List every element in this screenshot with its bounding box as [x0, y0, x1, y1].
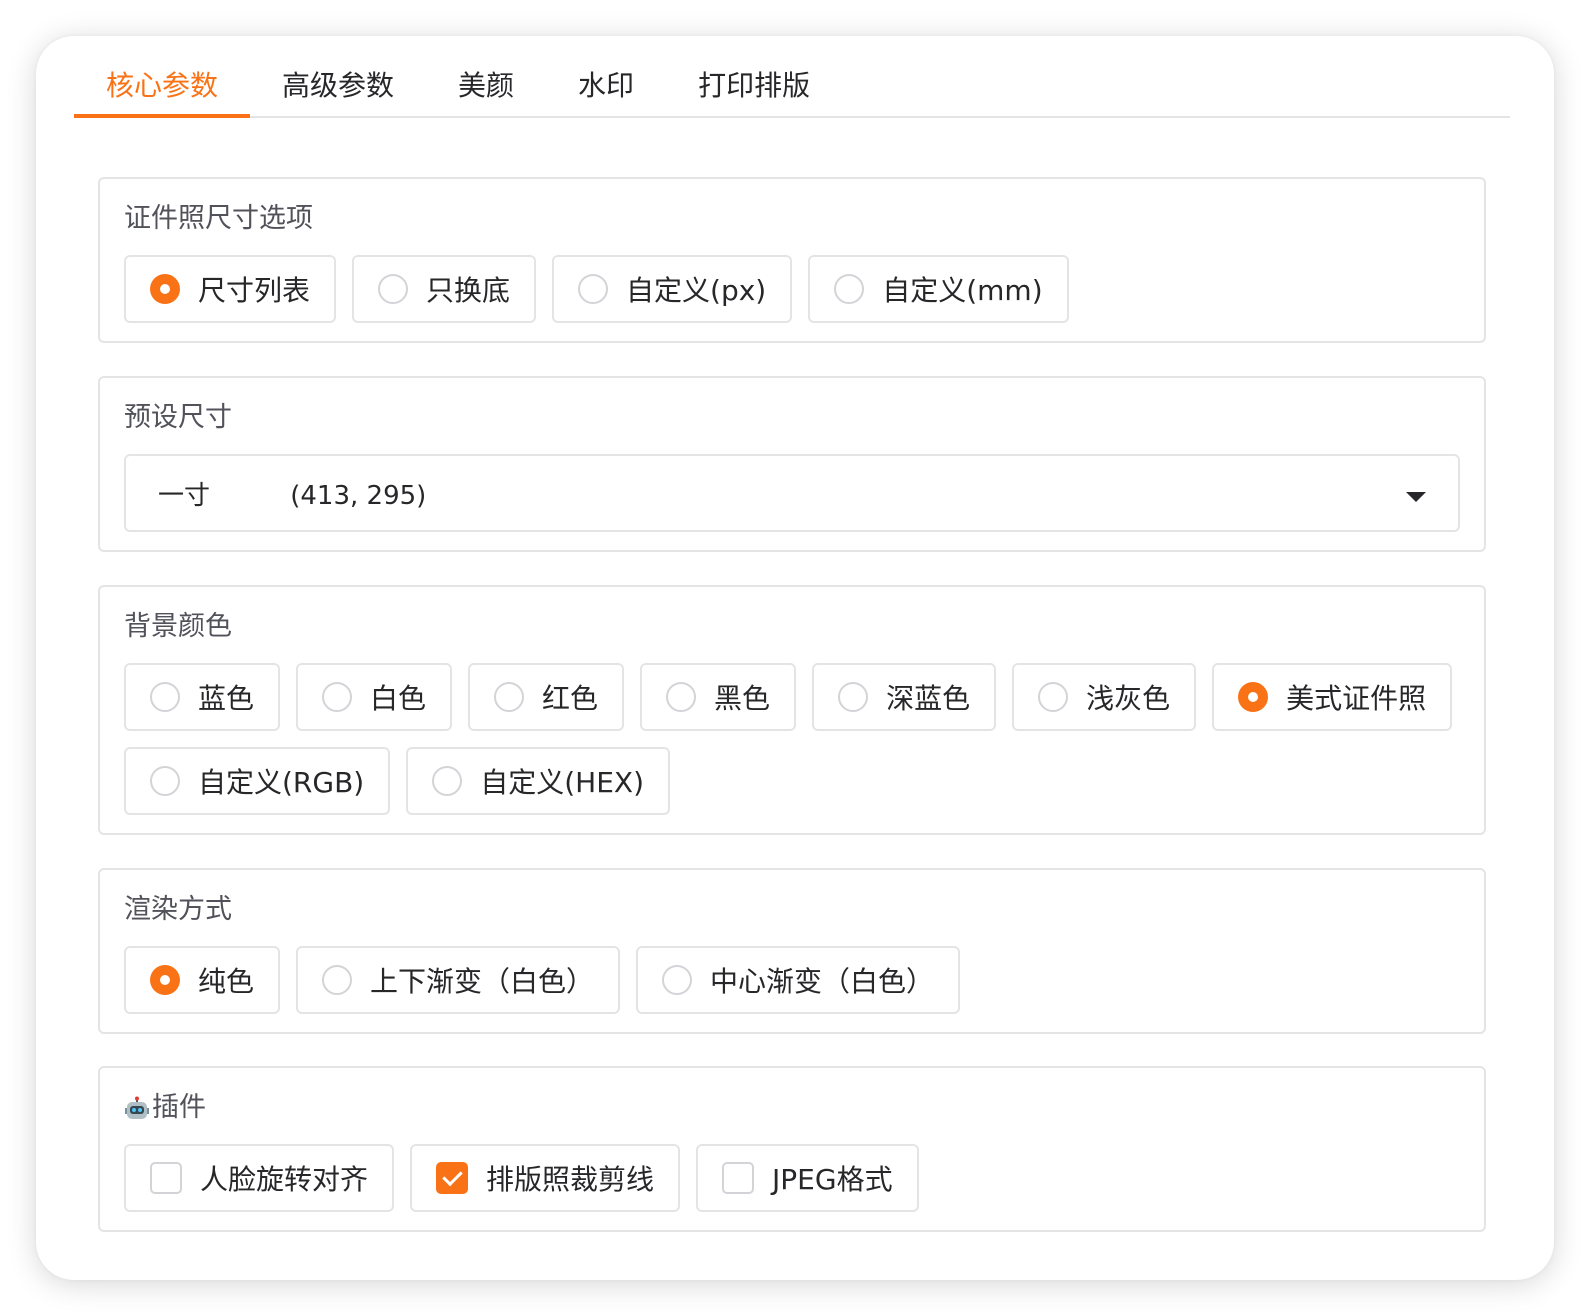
bg-option-blue[interactable]: 蓝色 [124, 663, 281, 731]
background-color-section: 背景颜色 蓝色 白色 红色 黑色 深蓝色 浅灰色 美式证件照 自定义(RGB) … [98, 585, 1486, 835]
radio-icon [834, 274, 865, 304]
background-color-label: 背景颜色 [124, 611, 232, 642]
bg-option-light-gray[interactable]: 浅灰色 [1012, 663, 1197, 731]
settings-card: 核心参数 高级参数 美颜 水印 打印排版 证件照尺寸选项 尺寸列表 只换底 自定… [36, 36, 1554, 1280]
option-label: 尺寸列表 [198, 274, 311, 307]
option-label: 白色 [370, 682, 427, 715]
plugins-section: 插件 人脸旋转对齐 排版照裁剪线 JPEG格式 [98, 1066, 1486, 1232]
option-label: 排版照裁剪线 [486, 1163, 655, 1196]
radio-icon [666, 682, 697, 712]
radio-icon [378, 274, 409, 304]
chevron-down-icon [1406, 492, 1426, 502]
plugins-label: 插件 [124, 1088, 1460, 1128]
radio-icon [1038, 682, 1069, 712]
tab-beauty[interactable]: 美颜 [426, 60, 546, 118]
bg-option-custom-hex[interactable]: 自定义(HEX) [406, 747, 670, 815]
option-label: 自定义(mm) [882, 274, 1043, 307]
radio-icon [150, 766, 180, 796]
radio-icon [578, 274, 609, 304]
bg-option-custom-rgb[interactable]: 自定义(RGB) [124, 747, 391, 815]
tab-advanced-params[interactable]: 高级参数 [250, 60, 426, 118]
radio-icon [838, 682, 869, 712]
radio-selected-icon [150, 965, 180, 995]
robot-icon [125, 1096, 149, 1119]
option-label: 蓝色 [198, 682, 255, 715]
option-label: 黑色 [714, 682, 771, 715]
option-label: 人脸旋转对齐 [200, 1163, 369, 1196]
size-option-custom-mm[interactable]: 自定义(mm) [808, 255, 1069, 323]
radio-selected-icon [150, 274, 180, 304]
bg-option-dark-blue[interactable]: 深蓝色 [812, 663, 997, 731]
render-mode-group: 纯色 上下渐变（白色） 中心渐变（白色） [124, 946, 1460, 1014]
option-label: 自定义(HEX) [480, 766, 644, 799]
preset-size-value: 一寸 (413, 295) [158, 480, 427, 511]
size-option-custom-px[interactable]: 自定义(px) [552, 255, 793, 323]
render-option-vertical-gradient[interactable]: 上下渐变（白色） [296, 946, 621, 1014]
option-label: 红色 [542, 682, 599, 715]
bg-option-white[interactable]: 白色 [296, 663, 453, 731]
tab-core-params[interactable]: 核心参数 [74, 60, 251, 118]
option-label: 美式证件照 [1286, 682, 1427, 715]
render-option-solid[interactable]: 纯色 [124, 946, 281, 1014]
tab-print-layout[interactable]: 打印排版 [666, 60, 842, 118]
bg-option-black[interactable]: 黑色 [640, 663, 797, 731]
size-option-list[interactable]: 尺寸列表 [124, 255, 337, 323]
option-label: 浅灰色 [1086, 682, 1171, 715]
plugin-jpeg-format[interactable]: JPEG格式 [696, 1144, 919, 1212]
option-label: JPEG格式 [772, 1163, 893, 1196]
radio-icon [432, 766, 463, 796]
preset-size-label: 预设尺寸 [124, 402, 232, 433]
option-label: 只换底 [426, 274, 511, 307]
option-label: 中心渐变（白色） [710, 965, 935, 998]
tab-bar: 核心参数 高级参数 美颜 水印 打印排版 [74, 60, 1510, 118]
checkbox-icon [722, 1162, 755, 1194]
render-mode-section: 渲染方式 纯色 上下渐变（白色） 中心渐变（白色） [98, 868, 1486, 1034]
radio-icon [322, 965, 353, 995]
checkbox-checked-icon [436, 1162, 469, 1194]
radio-selected-icon [1238, 682, 1269, 712]
radio-icon [494, 682, 525, 712]
radio-icon [322, 682, 353, 712]
bg-option-red[interactable]: 红色 [468, 663, 625, 731]
radio-icon [662, 965, 693, 995]
preset-size-section: 预设尺寸 一寸 (413, 295) [98, 376, 1486, 552]
size-options-group: 尺寸列表 只换底 自定义(px) 自定义(mm) [124, 255, 1460, 323]
checkbox-icon [150, 1162, 182, 1194]
bg-option-us-passport[interactable]: 美式证件照 [1212, 663, 1453, 731]
plugin-face-align[interactable]: 人脸旋转对齐 [124, 1144, 395, 1212]
size-option-bg-only[interactable]: 只换底 [352, 255, 537, 323]
plugins-label-text: 插件 [152, 1092, 206, 1123]
option-label: 自定义(RGB) [198, 766, 365, 799]
render-option-center-gradient[interactable]: 中心渐变（白色） [636, 946, 961, 1014]
plugin-crop-lines[interactable]: 排版照裁剪线 [410, 1144, 681, 1212]
preset-size-dropdown[interactable]: 一寸 (413, 295) [124, 454, 1460, 532]
render-mode-label: 渲染方式 [124, 894, 232, 925]
option-label: 自定义(px) [626, 274, 767, 307]
option-label: 深蓝色 [886, 682, 971, 715]
size-options-label: 证件照尺寸选项 [124, 203, 313, 234]
option-label: 上下渐变（白色） [370, 965, 595, 998]
background-color-group: 蓝色 白色 红色 黑色 深蓝色 浅灰色 美式证件照 自定义(RGB) 自定义(H… [124, 663, 1460, 815]
size-options-section: 证件照尺寸选项 尺寸列表 只换底 自定义(px) 自定义(mm) [98, 177, 1486, 343]
option-label: 纯色 [198, 965, 255, 998]
radio-icon [150, 682, 180, 712]
plugins-group: 人脸旋转对齐 排版照裁剪线 JPEG格式 [124, 1144, 1460, 1212]
tab-watermark[interactable]: 水印 [546, 60, 666, 118]
